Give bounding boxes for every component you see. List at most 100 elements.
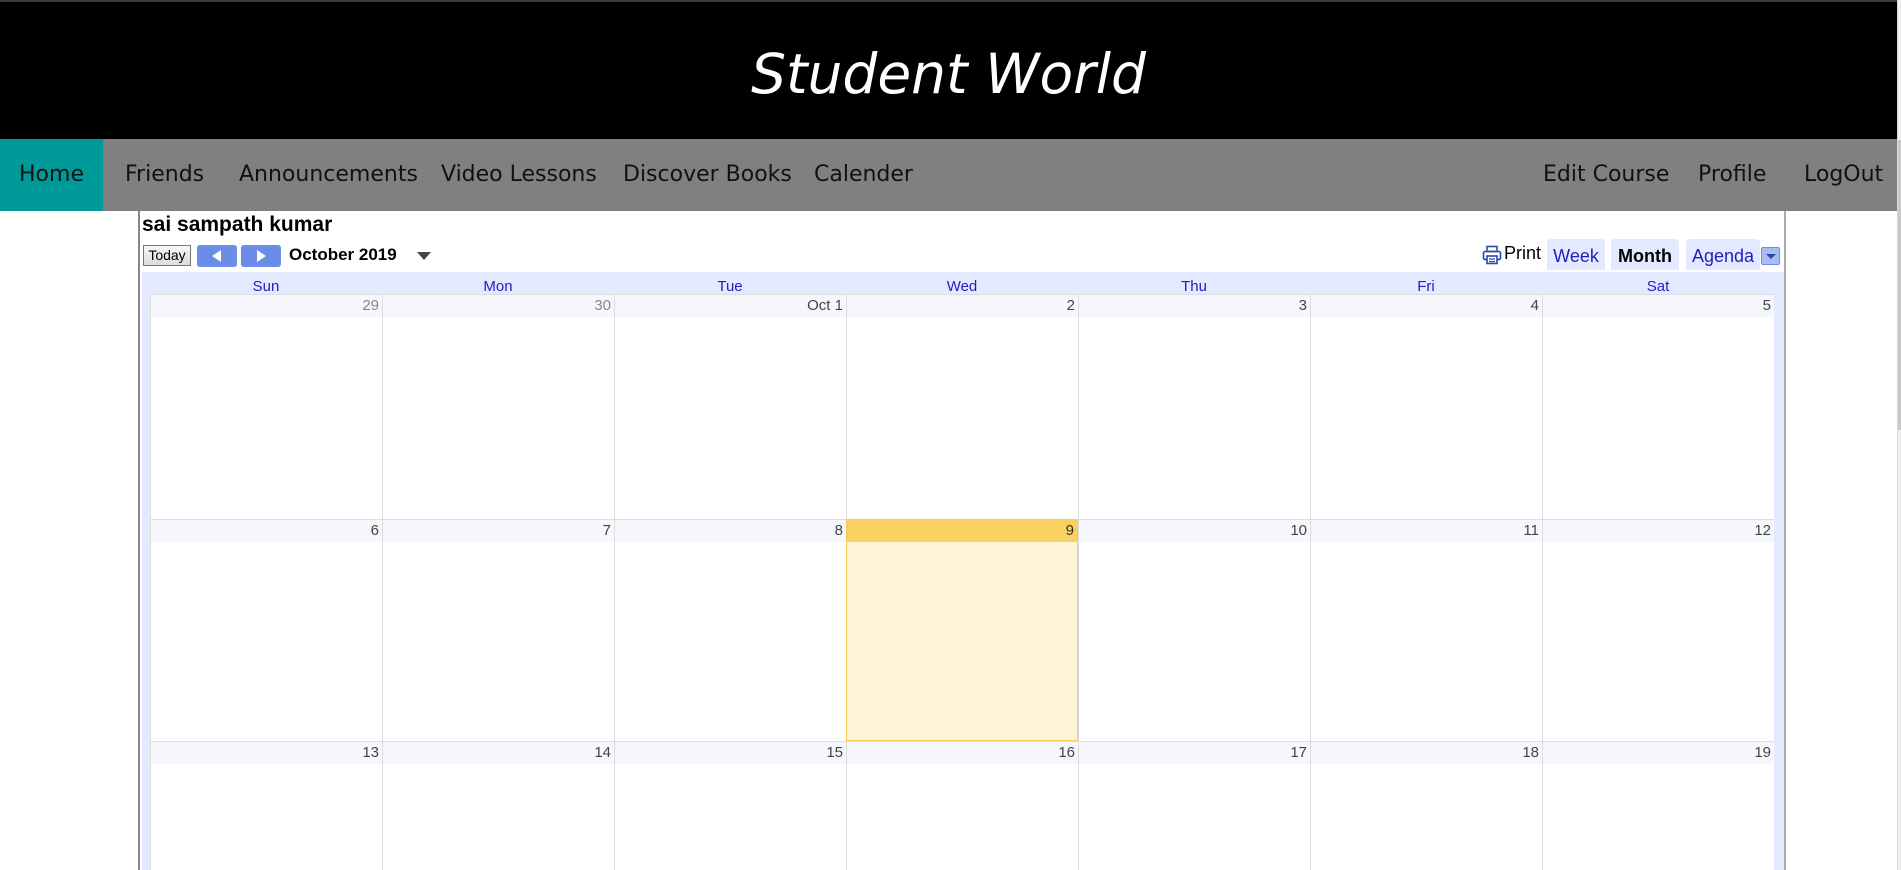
day-cell[interactable]: Oct 1: [614, 294, 846, 519]
day-cell[interactable]: 14: [382, 741, 614, 870]
nav-logout[interactable]: LogOut: [1804, 139, 1883, 211]
day-header: 7: [383, 520, 614, 542]
day-cell[interactable]: 6: [150, 519, 382, 741]
nav-announcements[interactable]: Announcements: [239, 139, 418, 211]
site-title: Student World: [751, 42, 1146, 106]
week-row: 6 7 8 9 10 11 12: [150, 519, 1774, 741]
day-cell-today[interactable]: 9: [846, 519, 1078, 741]
tab-month[interactable]: Month: [1611, 239, 1679, 270]
day-number[interactable]: 12: [1754, 522, 1771, 539]
day-cell[interactable]: 19: [1542, 741, 1774, 870]
day-number[interactable]: 18: [1522, 744, 1539, 761]
weekday-label: Sun: [252, 278, 280, 295]
site-header: Student World: [0, 2, 1897, 139]
day-header: 2: [847, 295, 1078, 317]
view-dropdown-button[interactable]: [1761, 247, 1780, 265]
current-period-label: October 2019: [289, 245, 397, 264]
day-header: Oct 1: [615, 295, 846, 317]
day-header: 30: [383, 295, 614, 317]
nav-profile[interactable]: Profile: [1698, 139, 1766, 211]
page-scrollbar[interactable]: [1897, 0, 1901, 870]
day-cell[interactable]: 8: [614, 519, 846, 741]
day-cell[interactable]: 12: [1542, 519, 1774, 741]
day-number[interactable]: 17: [1290, 744, 1307, 761]
day-cell[interactable]: 3: [1078, 294, 1310, 519]
triangle-right-icon: [257, 250, 266, 262]
day-number[interactable]: 2: [1067, 297, 1075, 314]
day-number[interactable]: 7: [603, 522, 611, 539]
print-label: Print: [1504, 243, 1542, 263]
day-header: 11: [1311, 520, 1542, 542]
nav-friends[interactable]: Friends: [125, 139, 204, 211]
today-button[interactable]: Today: [143, 245, 191, 266]
day-number[interactable]: 11: [1523, 522, 1539, 539]
weekday-label: Wed: [946, 278, 978, 295]
day-number[interactable]: 10: [1290, 522, 1307, 539]
day-number[interactable]: 15: [826, 744, 843, 761]
nav-discover-books[interactable]: Discover Books: [623, 139, 792, 211]
day-number[interactable]: 8: [835, 522, 843, 539]
main-nav: Home Friends Announcements Video Lessons…: [0, 139, 1897, 211]
week-row: 13 14 15 16 17 18 19: [150, 741, 1774, 870]
printer-icon: [1482, 245, 1502, 265]
day-number[interactable]: 9: [1066, 522, 1074, 539]
day-number[interactable]: 13: [362, 744, 379, 761]
nav-calender[interactable]: Calender: [814, 139, 913, 211]
day-number[interactable]: 30: [594, 297, 611, 314]
day-header: 29: [151, 295, 382, 317]
day-header: 8: [615, 520, 846, 542]
day-header: 12: [1543, 520, 1774, 542]
day-cell[interactable]: 10: [1078, 519, 1310, 741]
weekday-label: Fri: [1417, 278, 1435, 295]
day-header: 19: [1543, 742, 1774, 764]
calendar-owner: sai sampath kumar: [142, 213, 333, 236]
weekday-label: Thu: [1181, 278, 1207, 295]
month-body: 29 30 Oct 1 2 3 4 5 6 7 8 9 10 11 12 13 …: [150, 294, 1774, 870]
day-number[interactable]: Oct 1: [807, 297, 843, 314]
day-header: 3: [1079, 295, 1310, 317]
day-number[interactable]: 5: [1763, 297, 1771, 314]
weekday-header: Sun Mon Tue Wed Thu Fri Sat: [150, 278, 1774, 295]
weekday-label: Sat: [1646, 278, 1670, 295]
triangle-left-icon: [212, 250, 221, 262]
nav-home[interactable]: Home: [0, 139, 103, 211]
nav-edit-course[interactable]: Edit Course: [1543, 139, 1669, 211]
nav-video-lessons[interactable]: Video Lessons: [441, 139, 597, 211]
day-cell[interactable]: 15: [614, 741, 846, 870]
day-header: 5: [1543, 295, 1774, 317]
tab-week[interactable]: Week: [1547, 239, 1605, 270]
week-row: 29 30 Oct 1 2 3 4 5: [150, 294, 1774, 519]
day-number[interactable]: 6: [371, 522, 379, 539]
day-cell[interactable]: 7: [382, 519, 614, 741]
day-cell[interactable]: 13: [150, 741, 382, 870]
weekday-label: Tue: [717, 278, 743, 295]
next-period-button[interactable]: [241, 245, 281, 267]
day-number[interactable]: 19: [1754, 744, 1771, 761]
day-header: 10: [1079, 520, 1310, 542]
day-cell[interactable]: 5: [1542, 294, 1774, 519]
day-cell[interactable]: 2: [846, 294, 1078, 519]
day-cell[interactable]: 4: [1310, 294, 1542, 519]
day-cell[interactable]: 18: [1310, 741, 1542, 870]
day-cell[interactable]: 29: [150, 294, 382, 519]
day-number[interactable]: 29: [362, 297, 379, 314]
day-header: 18: [1311, 742, 1542, 764]
tab-agenda[interactable]: Agenda: [1686, 239, 1760, 270]
day-cell[interactable]: 16: [846, 741, 1078, 870]
day-header: 17: [1079, 742, 1310, 764]
day-header: 6: [151, 520, 382, 542]
day-header: 9: [847, 520, 1077, 542]
day-cell[interactable]: 17: [1078, 741, 1310, 870]
day-number[interactable]: 3: [1299, 297, 1307, 314]
day-header: 15: [615, 742, 846, 764]
day-header: 14: [383, 742, 614, 764]
day-cell[interactable]: 11: [1310, 519, 1542, 741]
day-number[interactable]: 16: [1058, 744, 1075, 761]
day-cell[interactable]: 30: [382, 294, 614, 519]
weekday-label: Mon: [483, 278, 513, 295]
period-dropdown-icon[interactable]: [417, 252, 431, 260]
day-header: 13: [151, 742, 382, 764]
day-number[interactable]: 14: [594, 744, 611, 761]
day-number[interactable]: 4: [1531, 297, 1539, 314]
prev-period-button[interactable]: [197, 245, 237, 267]
